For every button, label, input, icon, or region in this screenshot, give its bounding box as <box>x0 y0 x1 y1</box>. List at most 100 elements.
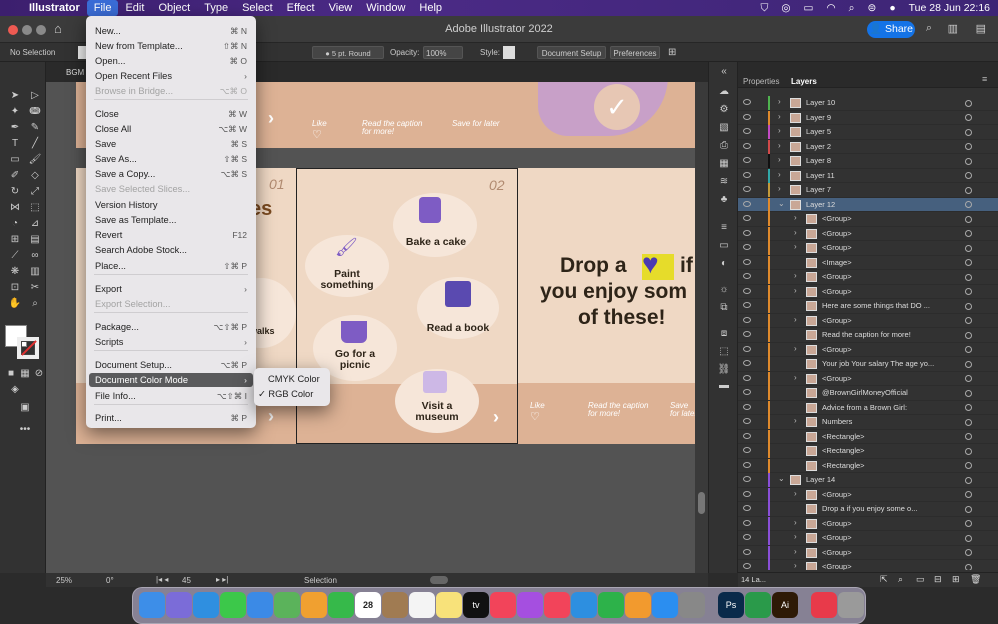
menu-help[interactable]: Help <box>412 0 449 16</box>
visibility-eye-icon[interactable] <box>743 244 751 250</box>
layer-row[interactable]: @BrownGirlMoneyOfficial <box>738 386 998 401</box>
align-icon[interactable]: ⊞ <box>668 46 676 59</box>
comments-icon[interactable]: ▬ <box>717 380 731 392</box>
file-menu-item-close[interactable]: Close ⌘ W <box>95 107 247 121</box>
curvature-tool-icon[interactable]: ✎ <box>28 122 42 134</box>
style-swatch[interactable] <box>503 46 515 59</box>
width-tool-icon[interactable]: ⋈ <box>8 202 22 214</box>
visibility-eye-icon[interactable] <box>743 113 751 120</box>
artboards-icon[interactable]: ⬚ <box>717 346 731 358</box>
eyedropper-tool-icon[interactable]: ⟋ <box>8 250 22 262</box>
expand-toggle-icon[interactable]: ⌄ <box>778 199 785 208</box>
file-menu-item-document-setup[interactable]: Document Setup... ⌥⌘ P <box>95 358 247 372</box>
visibility-eye-icon[interactable] <box>743 374 751 381</box>
asset-export-icon[interactable]: ⎙ <box>717 140 731 152</box>
properties-icon[interactable]: ⚙ <box>717 104 731 116</box>
file-menu-item-open-recent-files[interactable]: Open Recent Files › <box>95 69 247 83</box>
graph-tool-icon[interactable]: ▥ <box>28 266 42 278</box>
expand-toggle-icon[interactable]: › <box>794 228 797 237</box>
visibility-eye-icon[interactable] <box>743 389 751 395</box>
visibility-eye-icon[interactable] <box>743 215 751 221</box>
visibility-eye-icon[interactable] <box>743 418 751 424</box>
search-icon[interactable]: ⌕ <box>849 2 855 15</box>
visibility-eye-icon[interactable] <box>743 316 751 323</box>
layer-row[interactable]: › Layer 8 <box>738 154 998 169</box>
target-circle-icon[interactable] <box>965 433 972 440</box>
blend-tool-icon[interactable]: ∞ <box>28 250 42 262</box>
file-menu-item-print[interactable]: Print... ⌘ P <box>95 411 247 425</box>
visibility-eye-icon[interactable] <box>743 505 751 511</box>
image-trace-icon[interactable]: ▧ <box>717 122 731 134</box>
clipping-mask-icon[interactable]: ▭ <box>916 574 925 585</box>
submenu-item-rgb[interactable]: ✓ RGB Color <box>258 387 326 401</box>
visibility-eye-icon[interactable] <box>743 432 751 439</box>
visibility-eye-icon[interactable] <box>743 563 751 569</box>
type-tool-icon[interactable]: T <box>8 138 22 150</box>
menu-type[interactable]: Type <box>197 0 235 16</box>
preferences-button[interactable]: Preferences <box>610 46 660 59</box>
visibility-eye-icon[interactable] <box>743 534 751 540</box>
expand-toggle-icon[interactable]: › <box>794 489 797 498</box>
dock-numbers-icon[interactable] <box>598 592 624 618</box>
visibility-eye-icon[interactable] <box>743 345 751 352</box>
zoom-level[interactable]: 25% <box>56 576 72 585</box>
layer-row[interactable]: ⌄ Layer 12 <box>738 197 998 212</box>
tab-layers[interactable]: Layers <box>791 77 817 86</box>
dock-facetime-icon[interactable] <box>328 592 354 618</box>
visibility-eye-icon[interactable] <box>743 403 751 410</box>
rotate-view[interactable]: 0° <box>106 576 114 585</box>
layer-row[interactable]: › <Group> <box>738 212 998 227</box>
target-circle-icon[interactable] <box>965 99 972 107</box>
opacity-input[interactable]: 100% <box>423 46 463 59</box>
visibility-eye-icon[interactable] <box>743 229 751 236</box>
display-icon[interactable]: ▭ <box>804 2 814 14</box>
target-circle-icon[interactable] <box>965 302 972 310</box>
target-circle-icon[interactable] <box>965 447 972 455</box>
target-circle-icon[interactable] <box>965 418 972 426</box>
layer-row[interactable]: › <Group> <box>738 313 998 328</box>
target-circle-icon[interactable] <box>965 157 972 165</box>
layer-row[interactable]: › <Group> <box>738 284 998 299</box>
target-circle-icon[interactable] <box>965 259 972 266</box>
expand-toggle-icon[interactable]: › <box>794 315 797 324</box>
dock-podcasts-icon[interactable] <box>517 592 543 618</box>
scale-tool-icon[interactable]: ⤢ <box>28 186 42 198</box>
horizontal-scroll-thumb[interactable] <box>430 576 448 584</box>
menu-select[interactable]: Select <box>235 0 280 16</box>
file-menu-item-open[interactable]: Open... ⌘ O <box>95 54 247 68</box>
perspective-grid-icon[interactable]: ⊿ <box>28 218 42 230</box>
brushes-icon[interactable]: ≋ <box>717 176 731 188</box>
workspace-icon[interactable]: ▤ <box>976 22 986 35</box>
expand-toggle-icon[interactable]: › <box>778 126 781 135</box>
expand-toggle-icon[interactable]: › <box>778 155 781 164</box>
expand-toggle-icon[interactable]: › <box>778 141 781 150</box>
document-tab[interactable]: BGM <box>66 68 84 77</box>
expand-toggle-icon[interactable]: › <box>794 213 797 222</box>
symbol-sprayer-icon[interactable]: ❋ <box>8 266 22 278</box>
target-circle-icon[interactable] <box>965 317 972 324</box>
layer-row[interactable]: Here are some things that DO ... <box>738 299 998 314</box>
new-sublayer-icon[interactable]: ⊟ <box>934 574 942 585</box>
dock-calendar-icon[interactable]: 28 <box>355 592 381 618</box>
visibility-eye-icon[interactable] <box>743 360 751 366</box>
pen-tool-icon[interactable]: ✒ <box>8 122 22 134</box>
file-menu-item-scripts[interactable]: Scripts › <box>95 335 247 349</box>
target-circle-icon[interactable] <box>965 230 972 237</box>
dock-illustrator-icon[interactable]: Ai <box>772 592 798 618</box>
file-menu-item-version-history[interactable]: Version History <box>95 198 247 212</box>
target-circle-icon[interactable] <box>965 186 972 194</box>
file-menu-item-file-info[interactable]: File Info... ⌥⇧⌘ I <box>95 389 247 403</box>
stroke-icon[interactable]: ≡ <box>717 222 731 234</box>
share-button[interactable]: 👤 Share <box>867 21 915 38</box>
creative-cloud-icon[interactable]: ◎ <box>781 2 790 14</box>
zoom-tool-icon[interactable]: ⌕ <box>28 298 42 310</box>
expand-toggle-icon[interactable]: › <box>794 271 797 280</box>
layer-row[interactable]: › <Group> <box>738 560 998 570</box>
stroke-weight-dropdown[interactable]: ● 5 pt. Round <box>312 46 384 59</box>
layer-row[interactable]: › <Group> <box>738 342 998 357</box>
target-circle-icon[interactable] <box>965 462 972 469</box>
layer-row[interactable]: › <Group> <box>738 516 998 531</box>
menu-window[interactable]: Window <box>359 0 412 16</box>
menu-view[interactable]: View <box>322 0 360 16</box>
target-circle-icon[interactable] <box>965 201 972 208</box>
